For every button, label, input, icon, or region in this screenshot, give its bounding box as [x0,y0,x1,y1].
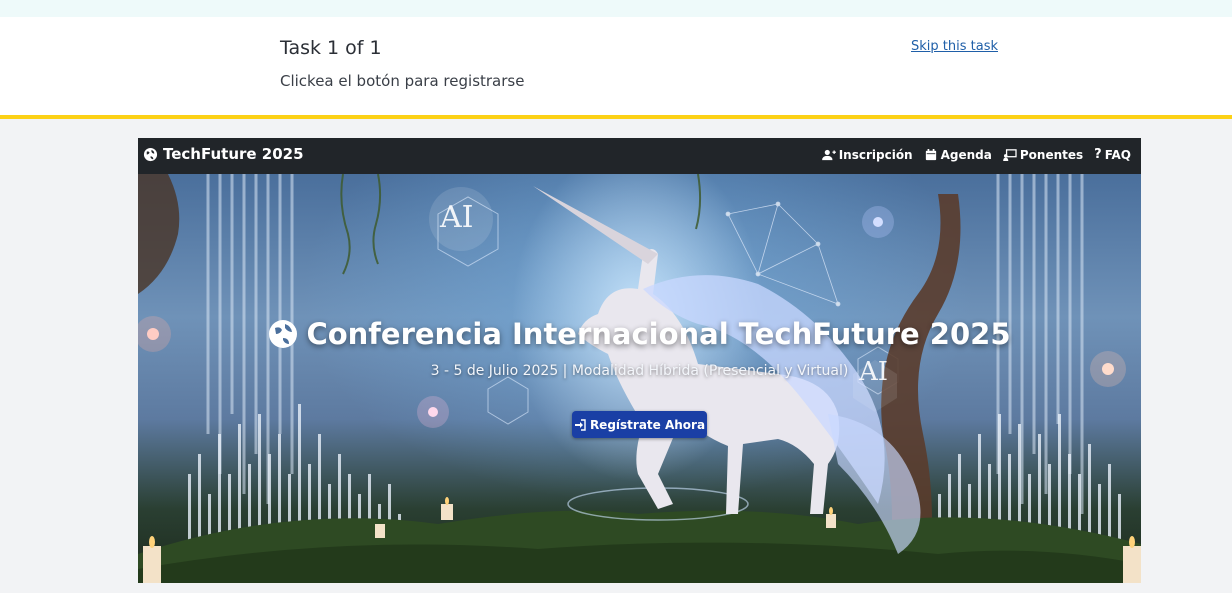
top-banner [0,0,1232,17]
calendar-icon [925,148,936,160]
register-now-label: Regístrate Ahora [589,417,706,432]
nav-item-label: Inscripción [838,147,913,162]
hero-title: Conferencia Internacional TechFuture 202… [138,317,1141,351]
nav-item-agenda[interactable]: Agenda [924,147,992,162]
site-navbar: TechFuture 2025 Inscripción Agenda Ponen… [138,138,1141,174]
task-header: Task 1 of 1 Clickea el botón para regist… [0,17,1232,119]
hero-subtitle: 3 - 5 de Julio 2025 | Modalidad Híbrida … [430,363,849,379]
task-title: Task 1 of 1 [280,37,382,59]
skip-task-link[interactable]: Skip this task [911,39,998,54]
user-plus-icon [821,149,836,160]
nav-item-ponentes[interactable]: Ponentes [1003,147,1083,162]
website-frame: TechFuture 2025 Inscripción Agenda Ponen… [138,138,1141,583]
nav-links: Inscripción Agenda Ponentes ? FAQ [821,147,1131,162]
globe-icon [269,320,298,348]
question-icon: ? [1094,147,1102,162]
nav-item-label: FAQ [1104,147,1131,162]
task-instruction: Clickea el botón para registrarse [280,72,525,90]
sign-in-icon [574,418,586,431]
presenter-icon [1003,148,1017,161]
brand-name: TechFuture 2025 [163,145,304,163]
register-now-button[interactable]: Regístrate Ahora [572,411,707,438]
nav-item-label: Ponentes [1019,147,1084,162]
nav-item-faq[interactable]: ? FAQ [1094,147,1131,162]
hero-section: AI AI Conferencia Internacional TechFutu… [138,174,1141,583]
globe-icon [143,147,158,161]
hero-title-text: Conferencia Internacional TechFuture 202… [306,317,1011,351]
nav-item-inscripcion[interactable]: Inscripción [821,147,913,162]
nav-item-label: Agenda [940,147,992,162]
ai-badge-left: AI [440,200,474,235]
brand-logo[interactable]: TechFuture 2025 [143,145,304,163]
